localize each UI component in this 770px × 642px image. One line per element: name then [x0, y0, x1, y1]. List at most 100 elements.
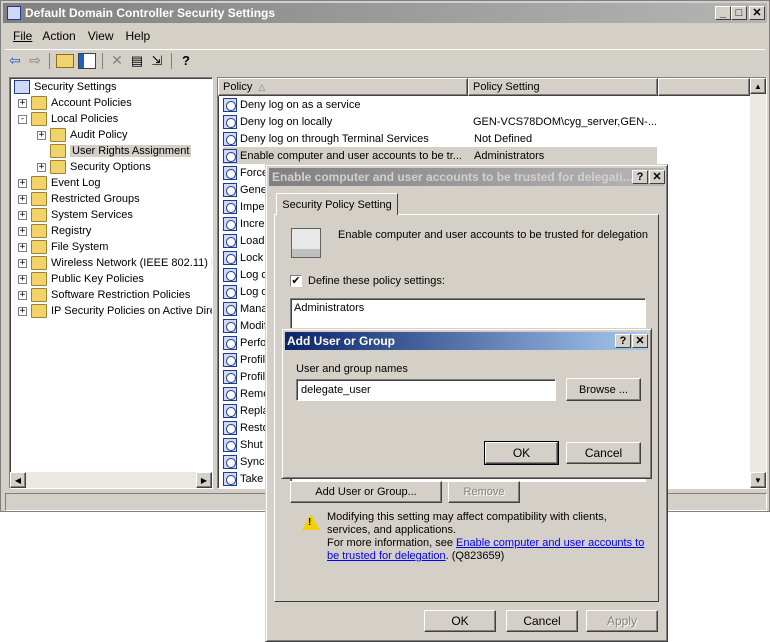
expand-icon[interactable]: +: [18, 242, 27, 252]
toolbar: ⇦ ⇨ ✕ ▤ ⇲ ?: [5, 49, 765, 71]
minimize-button[interactable]: _: [715, 6, 731, 20]
tree-item[interactable]: + File System: [18, 239, 108, 255]
tree-item[interactable]: + Wireless Network (IEEE 802.11) P: [18, 255, 212, 271]
forward-icon[interactable]: ⇨: [25, 52, 45, 69]
policy-ok-button[interactable]: OK: [424, 610, 496, 632]
column-policy[interactable]: Policy △: [218, 78, 468, 96]
tree-item[interactable]: - Local Policies: [18, 111, 118, 127]
add-dialog-title-bar[interactable]: Add User or Group: [285, 332, 648, 350]
main-title-bar[interactable]: Default Domain Controller Security Setti…: [3, 3, 767, 23]
scroll-down-button[interactable]: ▼: [750, 472, 766, 488]
export-list-icon[interactable]: ⇲: [147, 53, 167, 69]
add-dialog-help-button[interactable]: ?: [615, 334, 631, 348]
policy-icon: [223, 420, 237, 435]
up-folder-icon[interactable]: [56, 53, 74, 68]
define-checkbox[interactable]: ✔: [290, 275, 302, 287]
expand-icon[interactable]: +: [18, 98, 27, 108]
policy-icon: [223, 97, 237, 112]
menu-view[interactable]: View: [88, 29, 114, 43]
policy-icon: [223, 131, 237, 146]
scroll-left-button[interactable]: ◀: [10, 472, 26, 488]
tree-item[interactable]: + Software Restriction Policies: [18, 287, 190, 303]
tree-item[interactable]: + Audit Policy: [37, 127, 127, 143]
policy-cancel-button[interactable]: Cancel: [506, 610, 578, 632]
tree-item[interactable]: User Rights Assignment: [37, 143, 192, 159]
expand-icon[interactable]: +: [18, 258, 27, 268]
policy-dialog-close-button[interactable]: ✕: [649, 170, 665, 184]
browse-button[interactable]: Browse ...: [566, 378, 641, 401]
tree-item[interactable]: + Public Key Policies: [18, 271, 144, 287]
policy-dialog-title-bar[interactable]: Enable computer and user accounts to be …: [269, 168, 664, 186]
policy-icon: [223, 471, 237, 486]
expand-icon[interactable]: +: [18, 226, 27, 236]
folder-icon: [31, 288, 47, 302]
expand-icon[interactable]: +: [18, 178, 27, 188]
define-label: Define these policy settings:: [308, 275, 445, 287]
tree-item[interactable]: + Restricted Groups: [18, 191, 140, 207]
policy-row[interactable]: Enable computer and user accounts to be …: [223, 147, 657, 164]
expand-icon[interactable]: +: [18, 274, 27, 284]
show-hide-tree-icon[interactable]: [78, 52, 96, 69]
policy-name: Deny log on through Terminal Services: [240, 132, 429, 145]
expand-icon[interactable]: +: [18, 290, 27, 300]
help-icon[interactable]: ?: [176, 53, 196, 68]
back-icon[interactable]: ⇦: [5, 52, 25, 69]
add-user-or-group-button[interactable]: Add User or Group...: [290, 481, 442, 503]
remove-button[interactable]: Remove: [448, 481, 520, 503]
tree-item[interactable]: + Event Log: [18, 175, 101, 191]
tree-item-label: Local Policies: [51, 113, 119, 125]
delete-icon[interactable]: ✕: [107, 52, 127, 69]
list-vertical-scrollbar[interactable]: ▲ ▼: [750, 78, 766, 488]
tree-item[interactable]: + Account Policies: [18, 95, 132, 111]
tree-item[interactable]: + Security Options: [37, 159, 151, 175]
security-settings-icon: [14, 80, 30, 94]
add-dialog-close-button[interactable]: ✕: [632, 334, 648, 348]
scroll-up-button[interactable]: ▲: [750, 78, 766, 94]
menu-file[interactable]: File: [13, 29, 32, 43]
policy-row[interactable]: Deny log on through Terminal Services Not…: [223, 130, 657, 147]
tree-horizontal-scrollbar[interactable]: ◀ ▶: [10, 472, 212, 488]
policy-name: Deny log on locally: [239, 115, 333, 128]
tree-item[interactable]: + IP Security Policies on Active Dire: [18, 303, 212, 319]
tab-security-policy-setting[interactable]: Security Policy Setting: [276, 193, 398, 215]
maximize-button[interactable]: □: [731, 6, 747, 20]
menu-action[interactable]: Action: [42, 29, 75, 43]
names-input[interactable]: delegate_user: [296, 379, 556, 401]
policy-row[interactable]: Deny log on locally GEN-VCS78DOM\cyg_serv…: [223, 113, 657, 130]
expand-icon[interactable]: +: [37, 130, 46, 140]
add-ok-button[interactable]: OK: [484, 441, 559, 465]
member-entry[interactable]: Administrators: [294, 302, 364, 314]
add-cancel-button[interactable]: Cancel: [566, 442, 641, 464]
expand-icon[interactable]: +: [18, 306, 27, 316]
menu-bar: File Action View Help: [5, 26, 150, 46]
close-button[interactable]: ✕: [749, 6, 765, 20]
tree-item-label: Event Log: [51, 177, 101, 189]
collapse-icon[interactable]: -: [18, 114, 27, 124]
expand-icon[interactable]: +: [37, 162, 46, 172]
column-policy-setting-label: Policy Setting: [473, 81, 540, 93]
folder-icon: [31, 112, 47, 126]
policy-dialog-title: Enable computer and user accounts to be …: [272, 170, 633, 184]
properties-icon[interactable]: ▤: [127, 53, 147, 69]
scroll-right-button[interactable]: ▶: [196, 472, 212, 488]
add-dialog-title: Add User or Group: [287, 334, 396, 348]
folder-icon: [50, 144, 66, 158]
policy-apply-button[interactable]: Apply: [586, 610, 658, 632]
column-policy-label: Policy: [223, 81, 253, 93]
tree-item[interactable]: + Registry: [18, 223, 91, 239]
folder-icon: [31, 304, 47, 318]
tree-root[interactable]: Security Settings: [14, 79, 117, 95]
tree-item-label: Public Key Policies: [51, 273, 144, 285]
policy-icon: [223, 182, 237, 197]
menu-help[interactable]: Help: [126, 29, 151, 43]
column-policy-setting[interactable]: Policy Setting: [468, 78, 658, 96]
policy-row[interactable]: Deny log on as a service: [223, 96, 657, 113]
policy-cancel-label: Cancel: [523, 614, 561, 628]
policy-dialog-help-button[interactable]: ?: [632, 170, 648, 184]
names-label: User and group names: [296, 363, 408, 375]
expand-icon[interactable]: +: [18, 194, 27, 204]
tree-item[interactable]: + System Services: [18, 207, 133, 223]
expand-icon[interactable]: +: [18, 210, 27, 220]
policy-icon: [223, 148, 237, 163]
column-filler: [658, 78, 750, 96]
